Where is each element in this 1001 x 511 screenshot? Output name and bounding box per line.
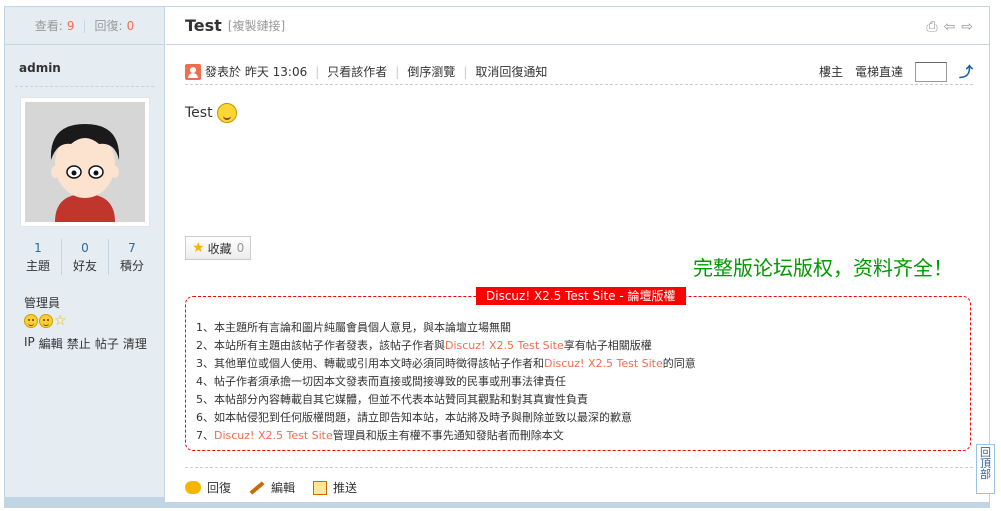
author-name[interactable]: admin [5,45,164,86]
copyright-line: 4、帖子作者須承擔一切因本文發表而直接或間接導致的民事或刑事法律責任 [196,375,566,388]
admin-links: IP 編輯 禁止 帖子 清理 [24,335,147,352]
reply-icon [185,481,201,494]
avatar-image [25,102,145,222]
next-thread-icon[interactable]: ⇨ [961,19,973,35]
copy-link[interactable]: [複製鏈接] [228,17,285,34]
count-value: 1 [34,241,42,255]
rank-smile-icon [24,314,38,328]
smiley-icon [216,103,237,123]
edit-button[interactable]: 編輯 [249,479,295,496]
push-icon [313,480,328,495]
edit-label: 編輯 [271,481,296,495]
go-icon[interactable]: ⤴ [959,62,973,82]
thread-title: Test [185,16,222,35]
copyright-line: 7、Discuz! X2.5 Test Site管理員和版主有權不事先通知發貼者… [196,429,564,442]
site-link[interactable]: Discuz! X2.5 Test Site [445,339,564,352]
copyright-line: 1、本主題所有言論和圖片純屬會員個人意見，與本論壇立場無關 [196,321,511,334]
copyright-box: Discuz! X2.5 Test Site - 論壇版權 1、本主題所有言論和… [185,287,971,451]
count-value: 7 [128,241,136,255]
admin-clean-link[interactable]: 清理 [123,335,147,352]
info-separator: | [395,64,400,79]
copyright-line: 6、如本帖侵犯到任何版權問題，請立即告知本站，本站將及時予與刪除並致以最深的歉意 [196,411,632,424]
print-icon[interactable]: ⎙ [926,19,937,35]
admin-ban-link[interactable]: 禁止 [67,335,91,352]
jump-label: 電梯直達 [854,65,903,79]
thread-title-row: Test [複製鏈接] [166,7,989,45]
user-group[interactable]: 管理員 [24,294,60,311]
star-icon: ★ [192,240,205,256]
copyright-line: 3、其他單位或個人使用、轉載或引用本文時必須同時徵得該帖子作者和Discuz! … [196,357,696,370]
author-counts: 1 主題 0 好友 7 積分 [15,239,155,275]
pencil-icon [249,480,265,495]
replies-count: 0 [126,18,135,33]
count-label: 好友 [72,259,97,273]
views-count: 9 [66,18,75,33]
rank-icons: ☆ [24,314,67,328]
rank-star-icon: ☆ [54,313,67,329]
promo-text: 完整版论坛版权，资料齐全！ [693,256,953,280]
floor-label: 樓主 [818,65,843,79]
reply-button[interactable]: 回復 [185,479,231,496]
back-to-top-button[interactable]: 回頂部 [976,444,995,494]
only-author-link[interactable]: 只看該作者 [327,63,387,80]
prev-thread-icon[interactable]: ⇦ [944,19,956,35]
admin-ip-link[interactable]: IP [24,335,35,352]
post-info-bar: 發表於 昨天 13:06 | 只看該作者 | 倒序瀏覽 | 取消回復通知 樓主 … [185,59,973,85]
back-to-top-label: 回頂部 [980,446,991,481]
post-info-right: 樓主 電梯直達 ⤴ [818,61,973,82]
thread-stats: 查看: 9 | 回復: 0 [5,7,164,45]
count-label: 主題 [25,259,50,273]
post-frame: 查看: 9 | 回復: 0 admin 1 主題 0 好友 7 積分 管理員 ☆… [4,6,990,504]
favorite-count: 0 [236,241,245,255]
post-main: Test [複製鏈接] ⎙ ⇦ ⇨ 發表於 昨天 13:06 | 只看該作者 |… [166,7,989,503]
post-actions: 回復 編輯 推送 [185,479,357,496]
reply-label: 回復 [207,481,232,495]
replies-label: 回復: [94,19,123,33]
copyright-line: 2、本站所有主題由該帖子作者發表，該帖子作者與Discuz! X2.5 Test… [196,339,652,352]
site-link[interactable]: Discuz! X2.5 Test Site [544,357,663,370]
admin-edit-link[interactable]: 編輯 [39,335,63,352]
online-user-icon [185,63,201,80]
actions-divider [185,467,973,468]
jump-floor-input[interactable] [915,61,947,82]
copyright-title: Discuz! X2.5 Test Site - 論壇版權 [476,287,686,305]
avatar-cartoon-icon [25,102,145,222]
post-content: Test [185,103,237,123]
site-link[interactable]: Discuz! X2.5 Test Site [214,429,333,442]
author-divider [15,86,154,87]
frame-bottom-bar [4,502,990,508]
count-label: 積分 [119,259,144,273]
count-friends[interactable]: 0 好友 [62,239,109,275]
favorite-label: 收藏 [207,241,232,256]
cancel-notify-link[interactable]: 取消回復通知 [475,63,547,80]
info-separator: | [315,64,320,79]
author-sidebar: 查看: 9 | 回復: 0 admin 1 主題 0 好友 7 積分 管理員 ☆… [5,7,165,503]
copyright-list: 1、本主題所有言論和圖片純屬會員個人意見，與本論壇立場無關 2、本站所有主題由該… [196,319,696,445]
reverse-order-link[interactable]: 倒序瀏覽 [407,63,455,80]
copyright-line: 5、本帖部分內容轉載自其它媒體，但並不代表本站贊同其觀點和對其真實性負責 [196,393,588,406]
count-threads[interactable]: 1 主題 [15,239,62,275]
views-label: 查看: [34,19,63,33]
favorite-button[interactable]: ★ 收藏 0 [185,236,252,260]
count-points[interactable]: 7 積分 [109,239,155,275]
post-text: Test [185,105,213,121]
title-icons: ⎙ ⇦ ⇨ [926,19,973,35]
posted-time: 發表於 昨天 13:06 [205,65,308,79]
push-label: 推送 [333,481,358,495]
info-separator: | [463,64,468,79]
count-value: 0 [81,241,89,255]
admin-posts-link[interactable]: 帖子 [95,335,119,352]
stats-separator: | [82,18,87,33]
push-button[interactable]: 推送 [313,479,357,496]
rank-smile-icon [39,314,53,328]
avatar[interactable] [20,97,150,227]
